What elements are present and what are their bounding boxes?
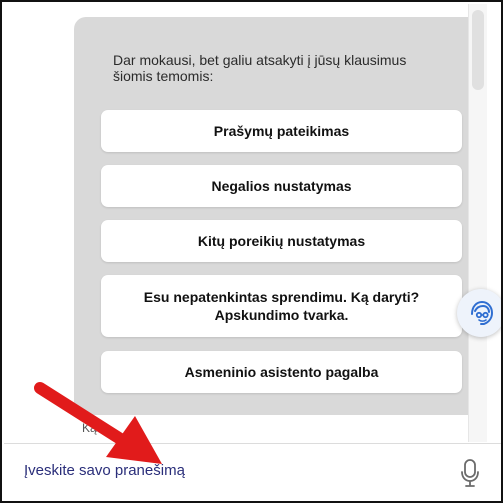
message-input-bar	[4, 443, 501, 501]
scrollbar-thumb[interactable]	[472, 10, 484, 90]
message-input[interactable]	[22, 461, 426, 480]
chat-window: Dar mokausi, bet galiu atsakyti į jūsų k…	[0, 0, 503, 503]
bot-message-text: Dar mokausi, bet galiu atsakyti į jūsų k…	[113, 52, 407, 84]
option-button-apskundimo-tvarka[interactable]: Esu nepatenkintas sprendimu. Ką daryti? …	[101, 275, 462, 337]
option-button-negalios-nustatymas[interactable]: Negalios nustatymas	[101, 165, 462, 207]
option-button-kitu-poreikiu-nustatymas[interactable]: Kitų poreikių nustatymas	[101, 220, 462, 262]
chat-message-area[interactable]: Dar mokausi, bet galiu atsakyti į jūsų k…	[4, 4, 487, 442]
option-button-asmeninio-asistento-pagalba[interactable]: Asmeninio asistento pagalba	[101, 351, 462, 393]
option-button-prasymu-pateikimas[interactable]: Prašymų pateikimas	[101, 110, 462, 152]
microphone-icon[interactable]	[460, 458, 480, 488]
assistant-head-icon	[471, 300, 494, 325]
assistant-avatar-button[interactable]	[457, 289, 501, 337]
scrollbar[interactable]	[468, 4, 487, 442]
truncated-message-text: Ką	[82, 421, 97, 435]
